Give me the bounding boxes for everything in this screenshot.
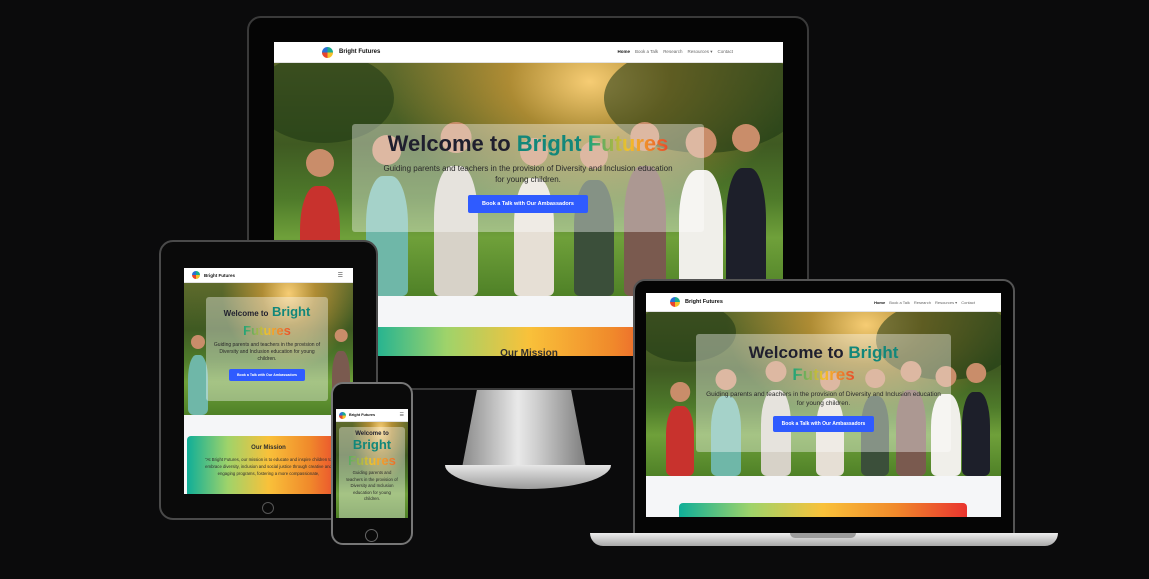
nav-links: Home Book a Talk Research Resources ▾ Co… <box>617 49 733 55</box>
tablet-home-button <box>262 502 274 514</box>
desktop-stand-base <box>445 465 611 489</box>
hero-overlay: Welcome to Bright Futures Guiding parent… <box>339 427 405 518</box>
hero-overlay: Welcome to Bright Futures Guiding parent… <box>206 297 328 401</box>
hero-welcome: Welcome to <box>223 309 269 318</box>
phone-screen: Bright Futures ☰ Welcome to Bright Futur… <box>336 409 408 518</box>
nav-link-home[interactable]: Home <box>617 49 630 55</box>
desktop-stand <box>462 390 586 468</box>
hero-overlay: Welcome to Bright Futures Guiding parent… <box>352 124 704 232</box>
hero-subtitle: Guiding parents and teachers in the prov… <box>706 391 941 407</box>
brand-name[interactable]: Bright Futures <box>349 413 375 417</box>
logo-icon <box>339 411 346 419</box>
hero-futures: Futures <box>243 323 291 338</box>
nav-links: Home Book a Talk Research Resources ▾ Co… <box>874 300 975 305</box>
hero-section: Welcome to Bright Futures Guiding parent… <box>184 283 353 415</box>
hero-welcome: Welcome to <box>748 343 844 362</box>
logo-icon <box>322 46 333 58</box>
hero-bright: Bright <box>272 304 311 319</box>
hero-overlay: Welcome to Bright Futures Guiding parent… <box>696 334 951 452</box>
mission-text: "At Bright Futures, our mission is to ed… <box>205 457 332 476</box>
laptop-notch <box>790 533 856 538</box>
brand-name[interactable]: Bright Futures <box>685 299 723 305</box>
navbar: Bright Futures ☰ <box>336 409 408 422</box>
hero-subtitle: Guiding parents and teachers in the prov… <box>213 342 321 362</box>
hero-section: Welcome to Bright Futures Guiding parent… <box>336 422 408 518</box>
book-talk-button[interactable]: Book a Talk with Our Ambassadors <box>468 195 588 213</box>
menu-icon[interactable]: ☰ <box>338 272 343 279</box>
hero-subtitle: Guiding parents and teachers in the prov… <box>346 470 398 501</box>
brand-name[interactable]: Bright Futures <box>204 273 235 278</box>
laptop-screen: Bright Futures Home Book a Talk Research… <box>646 293 1001 517</box>
nav-link-resources[interactable]: Resources ▾ <box>935 300 957 305</box>
logo-icon <box>670 297 680 307</box>
nav-link-resources[interactable]: Resources ▾ <box>687 49 712 55</box>
mission-section: Our Mission "At Bright Futures, our miss… <box>187 436 350 494</box>
tablet-screen: Bright Futures ☰ Welcome to Bright Futur… <box>184 268 353 494</box>
nav-link-home[interactable]: Home <box>874 300 885 305</box>
hero-futures: Futures <box>587 131 669 156</box>
menu-icon[interactable]: ☰ <box>400 412 404 418</box>
hero-welcome: Welcome to <box>387 131 511 156</box>
hero-futures: Futures <box>792 365 855 384</box>
hero-bright: Bright <box>848 343 899 362</box>
nav-link-research[interactable]: Research <box>914 300 931 305</box>
navbar: Bright Futures Home Book a Talk Research… <box>646 293 1001 312</box>
hero-subtitle: Guiding parents and teachers in the prov… <box>383 164 673 184</box>
nav-link-contact[interactable]: Contact <box>961 300 975 305</box>
hero-futures: Futures <box>339 453 405 468</box>
mission-title: Our Mission <box>251 445 286 451</box>
brand-name[interactable]: Bright Futures <box>339 49 380 55</box>
book-talk-button[interactable]: Book a Talk with Our Ambassadors <box>228 369 306 381</box>
nav-link-contact[interactable]: Contact <box>717 49 733 55</box>
nav-link-book-a-talk[interactable]: Book a Talk <box>635 49 658 55</box>
navbar: Bright Futures ☰ <box>184 268 353 283</box>
navbar: Bright Futures Home Book a Talk Research… <box>274 42 783 63</box>
hero-section: Welcome to Bright Futures Guiding parent… <box>646 312 1001 476</box>
book-talk-button[interactable]: Book a Talk with Our Ambassadors <box>772 416 875 432</box>
phone-home-button <box>365 529 378 542</box>
hero-bright: Bright <box>516 131 582 156</box>
nav-link-book-a-talk[interactable]: Book a Talk <box>889 300 910 305</box>
mission-title: Our Mission <box>500 348 558 356</box>
logo-icon <box>192 271 200 279</box>
nav-link-research[interactable]: Research <box>663 49 682 55</box>
hero-bright: Bright <box>352 437 392 452</box>
mission-section <box>679 503 967 517</box>
